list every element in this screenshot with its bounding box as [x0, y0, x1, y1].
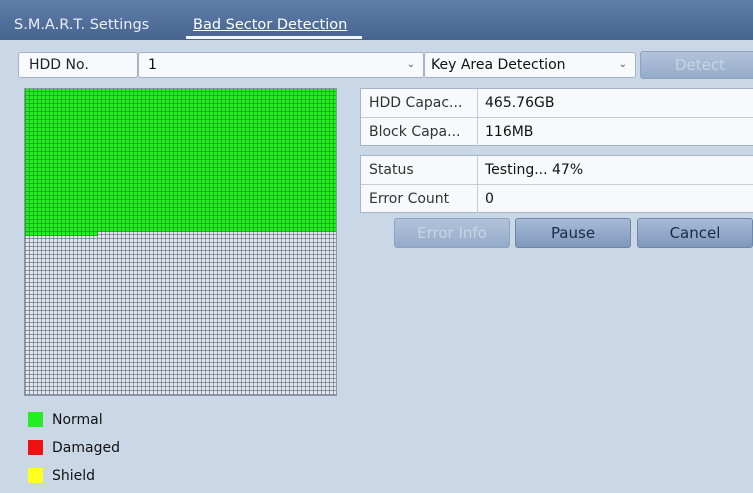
- block-capacity-value: 116MB: [485, 124, 534, 140]
- legend-shield-label: Shield: [52, 468, 96, 484]
- normal-swatch: [28, 412, 43, 427]
- status-value: Testing... 47%: [485, 162, 584, 178]
- sector-map-normal-partial-row: [25, 232, 98, 236]
- detection-type-value: Key Area Detection: [431, 57, 566, 73]
- error-info-button[interactable]: Error Info: [394, 218, 510, 248]
- tab-bad-sector-detection[interactable]: Bad Sector Detection: [193, 14, 347, 36]
- hdd-number-label-text: HDD No.: [29, 57, 89, 73]
- hdd-number-value: 1: [148, 57, 157, 73]
- hdd-capacity-label: HDD Capac...: [361, 89, 478, 117]
- status-info-table: Status Testing... 47% Error Count 0: [360, 155, 753, 213]
- legend-damaged-label: Damaged: [52, 440, 120, 456]
- disk-info-table: HDD Capac... 465.76GB Block Capa... 116M…: [360, 88, 753, 146]
- hdd-capacity-value: 465.76GB: [485, 95, 555, 111]
- status-label: Status: [361, 156, 478, 184]
- tab-bar: S.M.A.R.T. Settings Bad Sector Detection: [0, 0, 753, 40]
- sector-map-normal-area: [25, 89, 336, 232]
- disk-info-row: HDD Capac... 465.76GB: [361, 89, 753, 117]
- status-info-row: Error Count 0: [361, 184, 753, 213]
- status-info-row: Status Testing... 47%: [361, 156, 753, 184]
- detect-button[interactable]: Detect: [640, 51, 753, 79]
- cancel-button[interactable]: Cancel: [637, 218, 753, 248]
- damaged-swatch: [28, 440, 43, 455]
- error-count-value: 0: [485, 191, 494, 207]
- pause-button[interactable]: Pause: [515, 218, 631, 248]
- block-capacity-label: Block Capa...: [361, 118, 478, 146]
- active-tab-indicator: [186, 36, 362, 39]
- hdd-number-select[interactable]: 1 ⌄: [138, 52, 424, 78]
- disk-info-row: Block Capa... 116MB: [361, 117, 753, 146]
- tab-smart-settings[interactable]: S.M.A.R.T. Settings: [14, 14, 149, 36]
- chevron-down-icon: ⌄: [618, 59, 627, 70]
- legend-normal-label: Normal: [52, 412, 103, 428]
- hdd-number-label: HDD No.: [18, 52, 138, 78]
- error-count-label: Error Count: [361, 185, 478, 213]
- shield-swatch: [28, 468, 43, 483]
- chevron-down-icon: ⌄: [406, 59, 415, 70]
- sector-map: [24, 88, 337, 396]
- detection-type-select[interactable]: Key Area Detection ⌄: [424, 52, 636, 78]
